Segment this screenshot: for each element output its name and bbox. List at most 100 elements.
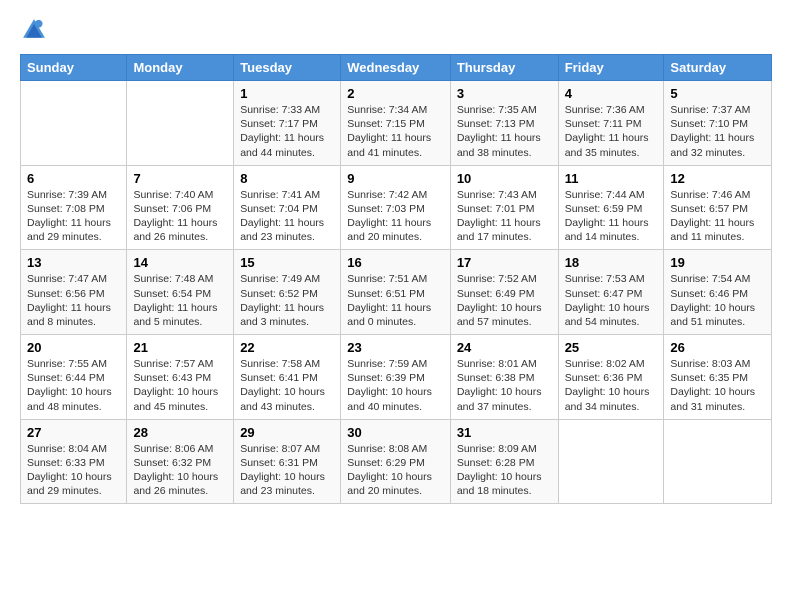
day-number: 27	[27, 425, 120, 440]
day-content: Sunrise: 8:03 AM Sunset: 6:35 PM Dayligh…	[670, 357, 765, 414]
day-content: Sunrise: 7:37 AM Sunset: 7:10 PM Dayligh…	[670, 103, 765, 160]
calendar-cell: 7Sunrise: 7:40 AM Sunset: 7:06 PM Daylig…	[127, 165, 234, 250]
weekday-header-tuesday: Tuesday	[234, 55, 341, 81]
day-content: Sunrise: 8:04 AM Sunset: 6:33 PM Dayligh…	[27, 442, 120, 499]
day-content: Sunrise: 8:02 AM Sunset: 6:36 PM Dayligh…	[565, 357, 658, 414]
calendar-cell: 26 Sunrise: 8:03 AM Sunset: 6:35 PM Dayli…	[664, 335, 772, 420]
day-number: 28	[133, 425, 227, 440]
day-number: 15	[240, 255, 334, 270]
calendar-week-4: 20 Sunrise: 7:55 AM Sunset: 6:44 PM Dayli…	[21, 335, 772, 420]
calendar-cell: 15 Sunrise: 7:49 AM Sunset: 6:52 PM Dayli…	[234, 250, 341, 335]
day-number: 19	[670, 255, 765, 270]
day-number: 25	[565, 340, 658, 355]
day-number: 16	[347, 255, 444, 270]
day-content: Sunrise: 7:34 AM Sunset: 7:15 PM Dayligh…	[347, 103, 444, 160]
weekday-header-friday: Friday	[558, 55, 664, 81]
calendar-cell: 24 Sunrise: 8:01 AM Sunset: 6:38 PM Dayli…	[450, 335, 558, 420]
day-number: 12	[670, 171, 765, 186]
day-content: Sunrise: 7:52 AM Sunset: 6:49 PM Dayligh…	[457, 272, 552, 329]
day-content: Sunrise: 7:33 AM Sunset: 7:17 PM Dayligh…	[240, 103, 334, 160]
calendar-cell: 31 Sunrise: 8:09 AM Sunset: 6:28 PM Dayli…	[450, 419, 558, 504]
day-number: 5	[670, 86, 765, 101]
day-number: 11	[565, 171, 658, 186]
day-content: Sunrise: 7:55 AM Sunset: 6:44 PM Dayligh…	[27, 357, 120, 414]
calendar-cell: 20 Sunrise: 7:55 AM Sunset: 6:44 PM Dayli…	[21, 335, 127, 420]
day-number: 23	[347, 340, 444, 355]
day-content: Sunrise: 7:46 AM Sunset: 6:57 PM Dayligh…	[670, 188, 765, 245]
day-number: 2	[347, 86, 444, 101]
day-number: 24	[457, 340, 552, 355]
calendar-cell: 21Sunrise: 7:57 AM Sunset: 6:43 PM Dayli…	[127, 335, 234, 420]
calendar-cell: 8 Sunrise: 7:41 AM Sunset: 7:04 PM Daylig…	[234, 165, 341, 250]
calendar-cell: 3Sunrise: 7:35 AM Sunset: 7:13 PM Daylig…	[450, 81, 558, 166]
day-content: Sunrise: 7:40 AM Sunset: 7:06 PM Dayligh…	[133, 188, 227, 245]
day-content: Sunrise: 8:07 AM Sunset: 6:31 PM Dayligh…	[240, 442, 334, 499]
day-number: 26	[670, 340, 765, 355]
weekday-header-monday: Monday	[127, 55, 234, 81]
day-content: Sunrise: 8:06 AM Sunset: 6:32 PM Dayligh…	[133, 442, 227, 499]
page: SundayMondayTuesdayWednesdayThursdayFrid…	[0, 0, 792, 516]
day-number: 18	[565, 255, 658, 270]
calendar-cell: 9 Sunrise: 7:42 AM Sunset: 7:03 PM Daylig…	[341, 165, 451, 250]
day-number: 9	[347, 171, 444, 186]
logo	[20, 16, 52, 44]
weekday-header-thursday: Thursday	[450, 55, 558, 81]
day-number: 17	[457, 255, 552, 270]
calendar-cell: 1Sunrise: 7:33 AM Sunset: 7:17 PM Daylig…	[234, 81, 341, 166]
day-number: 20	[27, 340, 120, 355]
day-content: Sunrise: 7:58 AM Sunset: 6:41 PM Dayligh…	[240, 357, 334, 414]
day-number: 10	[457, 171, 552, 186]
calendar-cell: 16 Sunrise: 7:51 AM Sunset: 6:51 PM Dayli…	[341, 250, 451, 335]
day-number: 4	[565, 86, 658, 101]
day-number: 6	[27, 171, 120, 186]
day-content: Sunrise: 7:49 AM Sunset: 6:52 PM Dayligh…	[240, 272, 334, 329]
day-number: 13	[27, 255, 120, 270]
logo-icon	[20, 16, 48, 44]
day-number: 21	[133, 340, 227, 355]
day-content: Sunrise: 8:01 AM Sunset: 6:38 PM Dayligh…	[457, 357, 552, 414]
calendar-cell: 5 Sunrise: 7:37 AM Sunset: 7:10 PM Daylig…	[664, 81, 772, 166]
day-number: 14	[133, 255, 227, 270]
day-content: Sunrise: 7:43 AM Sunset: 7:01 PM Dayligh…	[457, 188, 552, 245]
calendar-cell: 17 Sunrise: 7:52 AM Sunset: 6:49 PM Dayli…	[450, 250, 558, 335]
calendar-week-5: 27 Sunrise: 8:04 AM Sunset: 6:33 PM Dayli…	[21, 419, 772, 504]
calendar-cell: 27 Sunrise: 8:04 AM Sunset: 6:33 PM Dayli…	[21, 419, 127, 504]
header	[20, 16, 772, 44]
calendar-cell	[21, 81, 127, 166]
day-content: Sunrise: 7:48 AM Sunset: 6:54 PM Dayligh…	[133, 272, 227, 329]
day-content: Sunrise: 8:09 AM Sunset: 6:28 PM Dayligh…	[457, 442, 552, 499]
day-number: 29	[240, 425, 334, 440]
day-number: 3	[457, 86, 552, 101]
calendar-cell: 2 Sunrise: 7:34 AM Sunset: 7:15 PM Daylig…	[341, 81, 451, 166]
day-content: Sunrise: 7:51 AM Sunset: 6:51 PM Dayligh…	[347, 272, 444, 329]
calendar-cell: 29 Sunrise: 8:07 AM Sunset: 6:31 PM Dayli…	[234, 419, 341, 504]
calendar-cell	[558, 419, 664, 504]
calendar-cell: 28 Sunrise: 8:06 AM Sunset: 6:32 PM Dayli…	[127, 419, 234, 504]
day-content: Sunrise: 7:53 AM Sunset: 6:47 PM Dayligh…	[565, 272, 658, 329]
calendar-week-3: 13 Sunrise: 7:47 AM Sunset: 6:56 PM Dayli…	[21, 250, 772, 335]
calendar-week-2: 6 Sunrise: 7:39 AM Sunset: 7:08 PM Daylig…	[21, 165, 772, 250]
day-number: 8	[240, 171, 334, 186]
day-content: Sunrise: 7:41 AM Sunset: 7:04 PM Dayligh…	[240, 188, 334, 245]
calendar-cell: 11Sunrise: 7:44 AM Sunset: 6:59 PM Dayli…	[558, 165, 664, 250]
calendar-cell: 4Sunrise: 7:36 AM Sunset: 7:11 PM Daylig…	[558, 81, 664, 166]
calendar-cell: 25 Sunrise: 8:02 AM Sunset: 6:36 PM Dayli…	[558, 335, 664, 420]
weekday-header-wednesday: Wednesday	[341, 55, 451, 81]
day-content: Sunrise: 7:59 AM Sunset: 6:39 PM Dayligh…	[347, 357, 444, 414]
calendar-table: SundayMondayTuesdayWednesdayThursdayFrid…	[20, 54, 772, 504]
day-content: Sunrise: 7:42 AM Sunset: 7:03 PM Dayligh…	[347, 188, 444, 245]
calendar-cell: 22Sunrise: 7:58 AM Sunset: 6:41 PM Dayli…	[234, 335, 341, 420]
calendar-week-1: 1Sunrise: 7:33 AM Sunset: 7:17 PM Daylig…	[21, 81, 772, 166]
day-content: Sunrise: 7:47 AM Sunset: 6:56 PM Dayligh…	[27, 272, 120, 329]
calendar-cell: 19 Sunrise: 7:54 AM Sunset: 6:46 PM Dayli…	[664, 250, 772, 335]
day-number: 30	[347, 425, 444, 440]
calendar-cell: 13 Sunrise: 7:47 AM Sunset: 6:56 PM Dayli…	[21, 250, 127, 335]
day-content: Sunrise: 7:54 AM Sunset: 6:46 PM Dayligh…	[670, 272, 765, 329]
calendar-cell: 18 Sunrise: 7:53 AM Sunset: 6:47 PM Dayli…	[558, 250, 664, 335]
weekday-header-sunday: Sunday	[21, 55, 127, 81]
calendar-cell: 14 Sunrise: 7:48 AM Sunset: 6:54 PM Dayli…	[127, 250, 234, 335]
day-number: 31	[457, 425, 552, 440]
day-content: Sunrise: 7:39 AM Sunset: 7:08 PM Dayligh…	[27, 188, 120, 245]
calendar-cell: 6 Sunrise: 7:39 AM Sunset: 7:08 PM Daylig…	[21, 165, 127, 250]
calendar-cell: 12 Sunrise: 7:46 AM Sunset: 6:57 PM Dayli…	[664, 165, 772, 250]
